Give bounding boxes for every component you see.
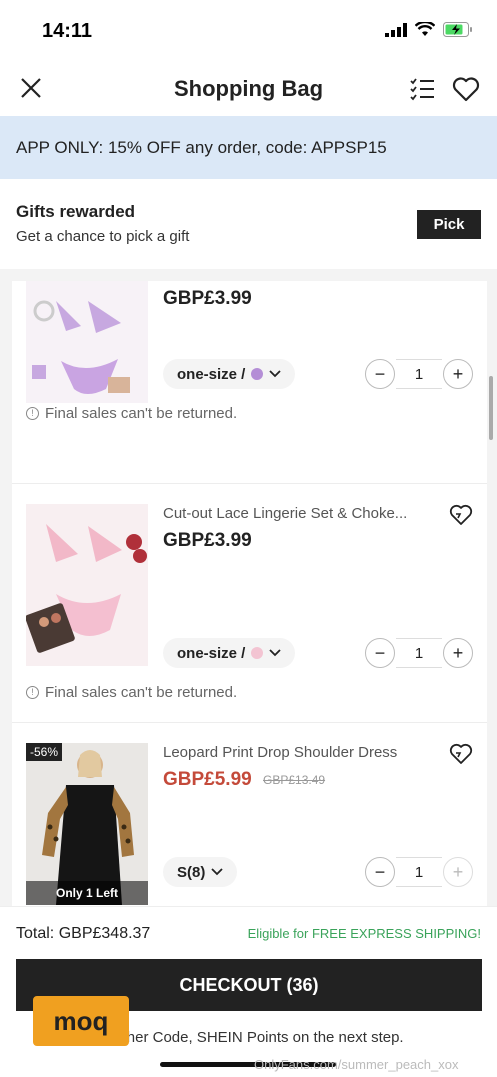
- gifts-title: Gifts rewarded: [16, 202, 136, 221]
- decrement-button[interactable]: −: [365, 857, 395, 887]
- increment-button[interactable]: +: [443, 638, 473, 668]
- decrement-button[interactable]: −: [365, 359, 395, 389]
- final-sale-text: Final sales can't be returned.: [45, 405, 238, 422]
- product-photo-lavender-lingerie: [26, 281, 148, 403]
- chevron-down-icon: [211, 868, 223, 876]
- promo-banner[interactable]: APP ONLY: 15% OFF any order, code: APPSP…: [0, 116, 497, 179]
- wishlist-heart-icon[interactable]: [452, 76, 480, 102]
- cart-card: GBP£3.99 one-size / − 1 + ! Final sales …: [12, 281, 487, 906]
- checkout-footer: Total: GBP£348.37 Eligible for FREE EXPR…: [0, 906, 497, 1077]
- product-image[interactable]: -56% Only 1 Left: [26, 743, 148, 905]
- nav-bar: Shopping Bag: [0, 62, 497, 116]
- total-value: GBP£348.37: [58, 925, 151, 942]
- item-original-price: GBP£13.49: [263, 773, 326, 787]
- final-sale-note: ! Final sales can't be returned.: [26, 405, 237, 422]
- size-label: S(8): [177, 863, 206, 881]
- item-name[interactable]: Cut-out Lace Lingerie Set & Choke...: [163, 505, 433, 522]
- cart-item: Cut-out Lace Lingerie Set & Choke... GBP…: [12, 484, 487, 723]
- color-swatch: [251, 368, 264, 380]
- size-selector[interactable]: one-size /: [163, 638, 296, 668]
- cart-item: GBP£3.99 one-size / − 1 + ! Final sales …: [12, 281, 487, 484]
- scrollbar[interactable]: [489, 376, 493, 440]
- quantity-stepper: − 1 +: [365, 359, 473, 389]
- chevron-down-icon: [269, 370, 281, 378]
- quantity-stepper: − 1 +: [365, 638, 473, 668]
- item-sale-price: GBP£5.99: [163, 769, 252, 790]
- final-sale-note: ! Final sales can't be returned.: [26, 684, 237, 701]
- chevron-down-icon: [269, 649, 281, 657]
- info-icon: !: [26, 407, 39, 420]
- move-to-wishlist-icon[interactable]: [449, 743, 473, 765]
- section-divider: [0, 269, 497, 281]
- checklist-icon[interactable]: [409, 76, 435, 102]
- free-shipping-note: Eligible for FREE EXPRESS SHIPPING!: [247, 926, 481, 941]
- status-time: 14:11: [42, 20, 93, 42]
- pick-gift-button[interactable]: Pick: [417, 210, 481, 239]
- wifi-icon: [415, 22, 435, 36]
- decrement-button[interactable]: −: [365, 638, 395, 668]
- signal-icon: [385, 22, 407, 37]
- item-name[interactable]: Leopard Print Drop Shoulder Dress: [163, 744, 433, 761]
- product-photo-pink-lingerie: [26, 504, 148, 666]
- size-label: one-size /: [177, 365, 246, 383]
- move-to-wishlist-icon[interactable]: [449, 504, 473, 526]
- quantity-stepper: − 1 +: [365, 857, 473, 887]
- product-image[interactable]: [26, 281, 148, 403]
- quantity-value[interactable]: 1: [396, 857, 442, 887]
- cart-item: -56% Only 1 Left Leopard Print Drop Shou…: [12, 723, 487, 906]
- final-sale-text: Final sales can't be returned.: [45, 684, 238, 701]
- low-stock-badge: Only 1 Left: [26, 881, 148, 905]
- info-icon: !: [26, 686, 39, 699]
- gifts-subtitle: Get a chance to pick a gift: [16, 228, 190, 245]
- discount-badge: -56%: [26, 743, 63, 761]
- quantity-value[interactable]: 1: [396, 359, 442, 389]
- status-bar: 14:11: [0, 0, 497, 62]
- cart-item-list[interactable]: GBP£3.99 one-size / − 1 + ! Final sales …: [0, 281, 497, 906]
- color-swatch: [251, 647, 264, 659]
- watermark-text: OnlyFans.com/summer_peach_xox: [254, 1057, 459, 1072]
- increment-button[interactable]: +: [443, 857, 473, 887]
- total-row: Total: GBP£348.37: [16, 925, 150, 943]
- gifts-section: Gifts rewarded Get a chance to pick a gi…: [0, 179, 497, 269]
- status-icons: [385, 22, 473, 37]
- watermark-logo: moq: [33, 996, 129, 1046]
- item-price: GBP£3.99: [163, 288, 252, 309]
- total-label: Total:: [16, 925, 55, 942]
- increment-button[interactable]: +: [443, 359, 473, 389]
- size-selector[interactable]: one-size /: [163, 359, 296, 389]
- size-selector[interactable]: S(8): [163, 857, 238, 887]
- product-image[interactable]: [26, 504, 148, 666]
- promo-text: APP ONLY: 15% OFF any order, code: APPSP…: [16, 138, 387, 157]
- quantity-value[interactable]: 1: [396, 638, 442, 668]
- size-label: one-size /: [177, 644, 246, 662]
- item-price: GBP£3.99: [163, 530, 252, 551]
- battery-charging-icon: [443, 22, 472, 37]
